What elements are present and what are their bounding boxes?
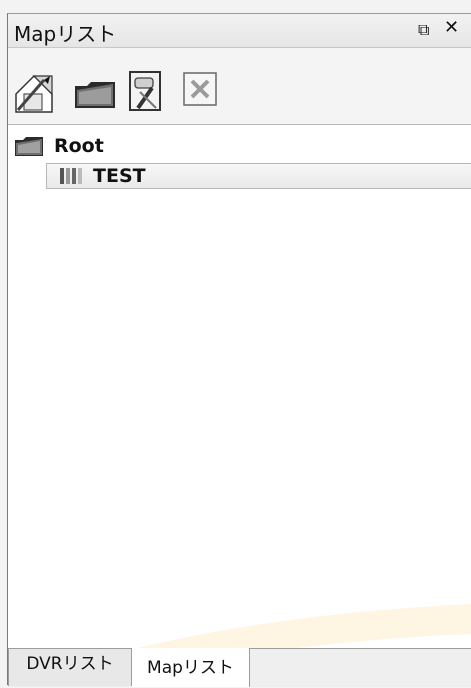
new-map-button[interactable]: [12, 72, 53, 113]
new-folder-button[interactable]: [73, 80, 115, 120]
bottom-tab-bar: DVRリスト Mapリスト: [8, 648, 471, 687]
delete-button[interactable]: [181, 70, 221, 110]
panel-titlebar: Mapリスト ⧉ ✕: [8, 14, 471, 48]
float-window-icon[interactable]: ⧉: [418, 20, 429, 40]
delete-icon: [183, 72, 217, 106]
new-map-icon: [15, 74, 53, 113]
toolbar: [8, 48, 471, 125]
map-icon: [60, 168, 82, 184]
map-tree: Root TEST: [8, 125, 471, 645]
tab-dvr-list[interactable]: DVRリスト: [8, 649, 132, 686]
tree-node-label: Root: [54, 135, 104, 157]
tab-map-list[interactable]: Mapリスト: [132, 648, 250, 687]
close-icon[interactable]: ✕: [444, 17, 459, 38]
tree-node-test[interactable]: TEST: [46, 163, 471, 189]
map-list-panel: Mapリスト ⧉ ✕ Root TEST DVRリスト Mapリスト: [7, 13, 471, 687]
edit-map-button[interactable]: [126, 70, 166, 111]
panel-title: Mapリスト: [14, 22, 117, 46]
folder-icon: [15, 137, 43, 156]
tree-node-label: TEST: [93, 165, 146, 187]
edit-map-icon: [129, 71, 161, 111]
folder-icon: [75, 82, 115, 108]
